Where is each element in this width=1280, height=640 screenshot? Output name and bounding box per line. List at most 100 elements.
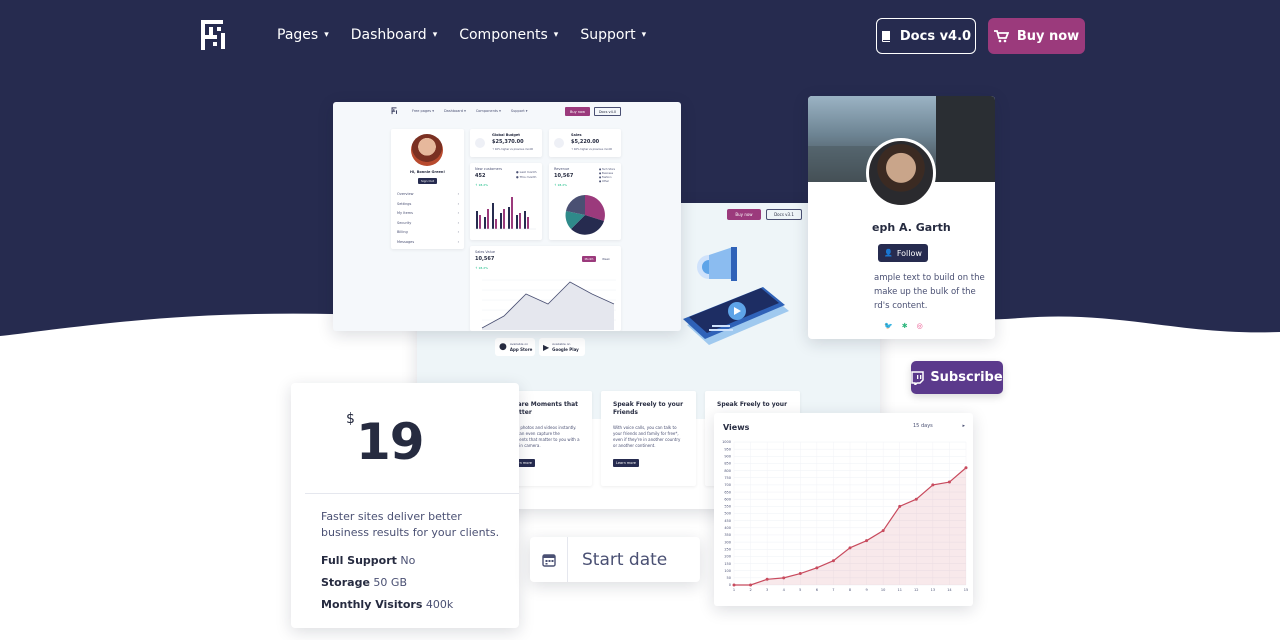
nav-item-dashboard[interactable]: Dashboard ▾ — [351, 24, 438, 46]
label: Buy now — [735, 212, 753, 217]
nav-item-support[interactable]: Support ▾ — [580, 24, 646, 46]
y-tick-label: 200 — [724, 555, 731, 559]
app-buy-button[interactable]: Buy now — [727, 209, 761, 220]
label: This month — [519, 175, 537, 179]
x-tick-label: 10 — [881, 588, 885, 592]
chevron-down-icon: ▾ — [324, 30, 329, 40]
dribbble-icon[interactable]: ◎ — [917, 322, 923, 330]
sidebar-menu-item[interactable]: Security › — [397, 221, 459, 231]
sidebar-menu-item[interactable]: Billing › — [397, 230, 459, 240]
follow-button[interactable]: 👤 Follow — [878, 244, 928, 262]
nav-label: Components — [459, 27, 548, 43]
docs-button[interactable]: Docs v4.0 — [876, 18, 976, 54]
avatar — [866, 138, 936, 208]
data-point — [947, 480, 951, 484]
label: Tech Store — [601, 168, 615, 171]
label: Follow — [896, 248, 922, 258]
y-tick-label: 850 — [724, 462, 731, 466]
mini-buy-button[interactable]: Buy now — [565, 107, 590, 116]
twitch-subscribe-button[interactable]: Subscribe — [911, 361, 1003, 394]
slack-icon[interactable]: ✱ — [902, 322, 908, 330]
global-budget-card: Global Budget $25,370.00 ↑ 40% higher vs… — [470, 129, 542, 157]
pricing-card: $ 19 Faster sites deliver better busines… — [291, 383, 519, 628]
label: Settings — [397, 201, 412, 206]
social-links: 🐦 ✱ ◎ — [884, 322, 923, 330]
app-docs-button[interactable]: Docs v3.1 — [766, 209, 802, 220]
learn-more-button[interactable]: Learn more — [613, 459, 639, 467]
nav-item-pages[interactable]: Pages ▾ — [277, 24, 329, 46]
range-dropdown[interactable]: 15 days ▸ — [913, 423, 965, 429]
sales-value-card: Sales Value 10,567 ↑ 18.2% Month Week — [470, 246, 621, 331]
x-tick-label: 14 — [947, 588, 952, 592]
cart-icon — [993, 29, 1009, 42]
badge-big: App Store — [509, 347, 533, 352]
twitter-icon[interactable]: 🐦 — [884, 322, 893, 330]
y-tick-label: 700 — [724, 483, 731, 487]
mini-bar-chart — [474, 197, 536, 230]
x-tick-label: 3 — [766, 588, 768, 592]
sidebar-menu-item[interactable]: Settings › — [397, 202, 459, 212]
data-point — [931, 483, 935, 487]
y-tick-label: 450 — [724, 519, 731, 523]
mini-line-chart — [481, 279, 616, 330]
card-value: 452 — [475, 173, 486, 179]
label: My Items — [397, 211, 413, 216]
data-point — [964, 466, 968, 470]
y-tick-label: 900 — [724, 455, 731, 459]
y-tick-label: 750 — [724, 476, 731, 480]
x-tick-label: 4 — [783, 588, 786, 592]
twitch-icon — [911, 370, 925, 385]
brand-logo-icon[interactable] — [199, 18, 229, 54]
x-tick-label: 8 — [849, 588, 851, 592]
chevron-right-icon: › — [457, 220, 459, 225]
pricing-description: Faster sites deliver better business res… — [321, 510, 500, 539]
nav-item-components[interactable]: Components ▾ — [459, 24, 558, 46]
label: Business — [601, 172, 614, 175]
feature-title: Speak Freely to your Friends — [613, 401, 684, 416]
label: Subscribe — [930, 370, 1003, 385]
card-value: $25,370.00 — [492, 139, 524, 145]
range-label: 15 days — [913, 423, 933, 429]
play-icon: ▶ — [543, 342, 550, 352]
feature-name: Storage — [321, 576, 370, 589]
card-note: ↑ 40% higher vs previous month — [492, 148, 534, 151]
mini-nav-item[interactable]: Support ▾ — [511, 109, 528, 113]
badge-big: Google Play — [552, 347, 579, 352]
sidebar-menu-item[interactable]: My Items › — [397, 211, 459, 221]
sidebar-menu-item[interactable]: Overview › — [397, 192, 459, 202]
price-currency: $ — [346, 411, 355, 427]
app-store-badge[interactable]: ● Available on App Store — [495, 338, 535, 356]
mini-nav-item[interactable]: Dashboard ▾ — [444, 109, 466, 113]
wallet-icon — [475, 138, 485, 148]
mini-docs-button[interactable]: Docs v4.0 — [594, 107, 621, 116]
calendar-icon — [530, 537, 568, 582]
data-point — [914, 497, 918, 501]
start-date-input[interactable]: Start date — [568, 537, 700, 582]
nav-label: Support — [580, 27, 636, 43]
week-toggle[interactable]: Week — [599, 256, 613, 262]
month-toggle[interactable]: Month — [582, 256, 596, 262]
chevron-right-icon: › — [457, 239, 459, 244]
mini-nav-item[interactable]: Free pages ▾ — [412, 109, 434, 113]
label: Docs v4.0 — [598, 109, 617, 114]
signout-button[interactable]: Sign Out — [418, 178, 437, 184]
sidebar-menu-item[interactable]: Messages › — [397, 240, 459, 250]
buy-now-button[interactable]: Buy now — [988, 18, 1085, 54]
y-tick-label: 0 — [729, 583, 731, 587]
dashboard-sidebar: Hi, Bonnie Green! Sign Out Overview › Set… — [391, 129, 464, 249]
y-tick-label: 600 — [724, 497, 731, 501]
google-play-badge[interactable]: ▶ Available on Google Play — [539, 338, 585, 356]
bio-line: ample text to build on the — [874, 273, 985, 283]
mini-nav-item[interactable]: Components ▾ — [476, 109, 501, 113]
card-value: 10,567 — [475, 256, 495, 262]
card-value: $5,220.00 — [571, 139, 600, 145]
chevron-right-icon: ▸ — [962, 423, 965, 429]
data-point — [798, 572, 802, 576]
feature-title: Share Moments that Matter — [509, 401, 579, 416]
start-date-field[interactable]: Start date — [530, 537, 700, 582]
x-tick-label: 2 — [749, 588, 751, 592]
chart-title: Views — [723, 423, 750, 432]
profile-card: eph A. Garth 👤 Follow ample text to buil… — [808, 96, 995, 339]
card-change: ↑ 18.2% — [475, 183, 488, 187]
legend-item: ● Other — [599, 180, 610, 183]
